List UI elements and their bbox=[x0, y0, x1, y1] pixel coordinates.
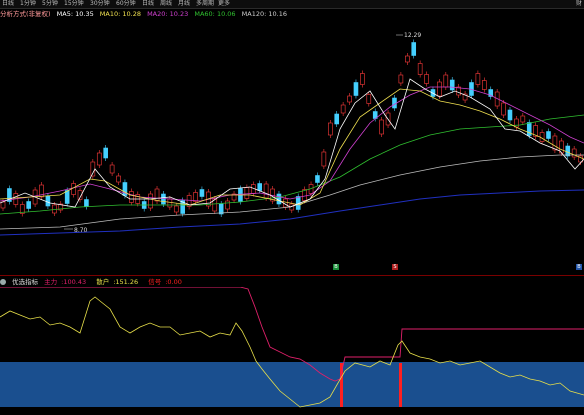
candle bbox=[0, 201, 6, 209]
candle bbox=[475, 73, 481, 85]
candles-group bbox=[0, 39, 583, 217]
candle bbox=[482, 80, 487, 90]
candle bbox=[424, 74, 429, 84]
candle bbox=[167, 198, 173, 208]
tab-daily[interactable]: 日线 bbox=[2, 0, 14, 8]
indicator-settings-icon[interactable] bbox=[0, 279, 6, 285]
ma10-value: MA10: 10.28 bbox=[99, 10, 141, 18]
candle bbox=[443, 74, 449, 88]
indicator-title[interactable]: 优选指标 bbox=[12, 278, 38, 286]
candle bbox=[52, 204, 57, 214]
ma20-value: MA20: 10.23 bbox=[147, 10, 189, 18]
candle bbox=[360, 73, 365, 85]
indicator-name[interactable]: 分析方式(非复权) bbox=[0, 10, 51, 18]
indicator-chart[interactable] bbox=[0, 287, 584, 415]
candle bbox=[64, 190, 70, 204]
candle bbox=[315, 175, 320, 183]
tab-5min[interactable]: 5分钟 bbox=[42, 0, 58, 8]
candle bbox=[116, 175, 121, 183]
sell-marker[interactable]: S bbox=[392, 264, 398, 270]
candle bbox=[501, 102, 506, 116]
candle bbox=[129, 191, 134, 203]
tab-day[interactable]: 日线 bbox=[142, 0, 154, 8]
retail-value: 151.26 bbox=[115, 278, 139, 286]
tab-30min[interactable]: 30分钟 bbox=[90, 0, 110, 8]
candle bbox=[244, 187, 250, 199]
candle bbox=[193, 192, 198, 202]
main-force-label: 主力 bbox=[44, 278, 58, 286]
candle bbox=[225, 200, 230, 210]
candle bbox=[366, 94, 372, 104]
tab-60min[interactable]: 60分钟 bbox=[116, 0, 136, 8]
candle bbox=[552, 135, 558, 151]
ma5-value: MA5: 10.35 bbox=[56, 10, 94, 18]
candle bbox=[276, 193, 282, 205]
candle bbox=[514, 118, 519, 128]
candle bbox=[392, 97, 397, 109]
candle bbox=[353, 82, 359, 96]
candle bbox=[405, 55, 410, 63]
candle bbox=[199, 189, 205, 197]
signal-value: 0.00 bbox=[167, 278, 182, 286]
candle bbox=[546, 131, 551, 139]
candle bbox=[449, 79, 455, 91]
candle bbox=[347, 95, 352, 103]
candle bbox=[321, 151, 327, 167]
period-toolbar: 日线 1分钟 5分钟 15分钟 30分钟 60分钟 日线 周线 月线 多周期 更… bbox=[0, 0, 584, 9]
ma-legend: 分析方式(非复权) MA5: 10.35 MA10: 10.28 MA20: 1… bbox=[0, 9, 584, 19]
candle bbox=[520, 115, 526, 123]
candle bbox=[173, 205, 179, 213]
candle bbox=[565, 145, 571, 157]
finance-button[interactable]: 财 bbox=[576, 0, 582, 8]
candle bbox=[507, 109, 513, 121]
candle bbox=[103, 147, 108, 159]
signal-bar-2 bbox=[399, 363, 402, 407]
candle bbox=[417, 63, 423, 75]
high-price-label: 12.29 bbox=[404, 32, 421, 39]
tab-month[interactable]: 月线 bbox=[178, 0, 190, 8]
candle bbox=[327, 122, 333, 136]
candle bbox=[379, 119, 384, 135]
tab-15min[interactable]: 15分钟 bbox=[64, 0, 84, 8]
candle bbox=[45, 195, 51, 207]
tab-1min[interactable]: 1分钟 bbox=[20, 0, 36, 8]
ma10-line bbox=[0, 88, 584, 206]
indicator-legend: 优选指标 主力:100.43 散户:151.26 信号:0.00 bbox=[0, 277, 584, 287]
candle bbox=[437, 81, 442, 97]
signal-label: 信号 bbox=[148, 278, 162, 286]
candle bbox=[26, 201, 31, 209]
candle bbox=[411, 42, 417, 56]
candle bbox=[334, 113, 340, 125]
candle bbox=[340, 104, 346, 114]
ma60-line bbox=[0, 114, 584, 215]
candle bbox=[109, 164, 115, 174]
buy-marker-2[interactable]: B bbox=[576, 264, 582, 270]
candle bbox=[71, 183, 76, 195]
tab-multi[interactable]: 多周期 bbox=[196, 0, 214, 8]
ma120-line bbox=[0, 154, 584, 230]
low-price-label: 8.70 bbox=[74, 227, 88, 234]
candle bbox=[84, 199, 89, 207]
main-force-value: 100.43 bbox=[63, 278, 87, 286]
ma60-value: MA60: 10.06 bbox=[194, 10, 236, 18]
candle bbox=[148, 193, 153, 209]
candle bbox=[154, 188, 160, 202]
tab-week[interactable]: 周线 bbox=[160, 0, 172, 8]
candle bbox=[263, 183, 269, 199]
tab-more[interactable]: 更多 bbox=[218, 0, 230, 8]
buy-marker[interactable]: B bbox=[333, 264, 339, 270]
candlestick-chart[interactable]: 12.29 8.70 bbox=[0, 19, 584, 275]
candle bbox=[257, 183, 263, 191]
ma120-value: MA120: 10.16 bbox=[241, 10, 287, 18]
candle bbox=[398, 74, 404, 84]
retail-label: 散户 bbox=[96, 278, 110, 286]
pane-divider[interactable] bbox=[0, 275, 584, 276]
candle bbox=[96, 152, 102, 166]
